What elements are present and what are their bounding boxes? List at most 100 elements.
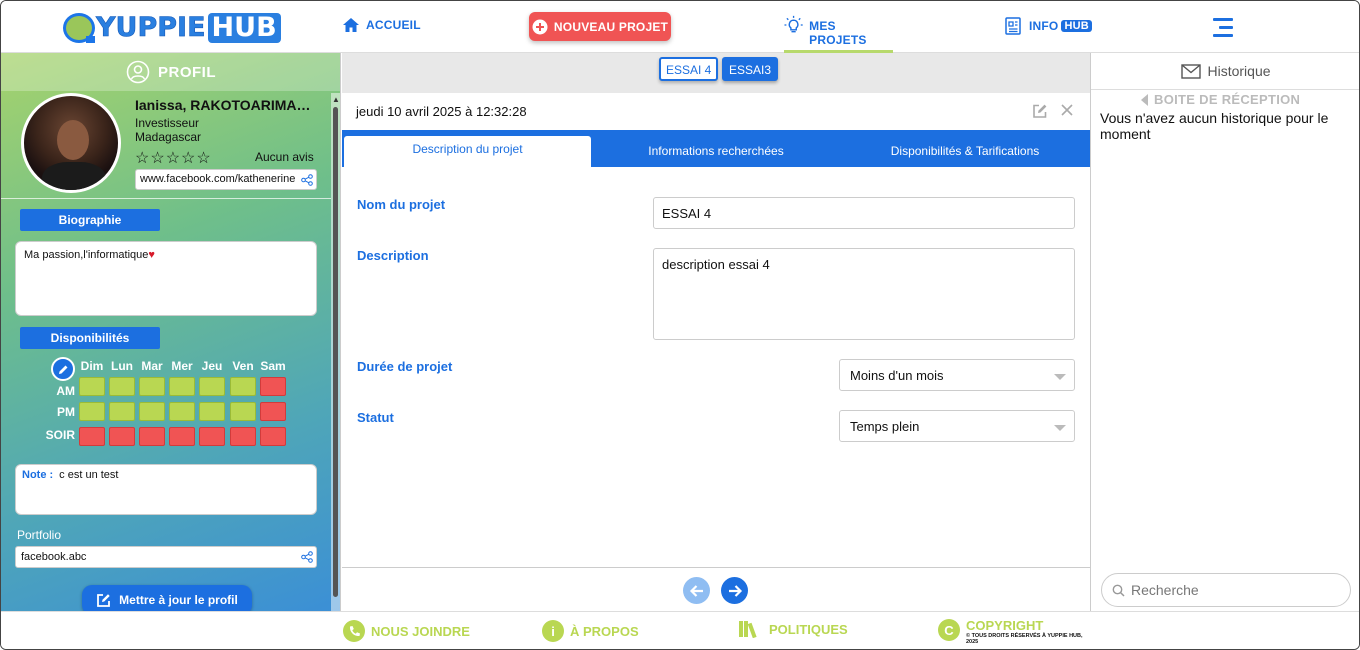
project-date: jeudi 10 avril 2025 à 12:32:28	[356, 104, 527, 119]
availability-cell[interactable]	[139, 377, 165, 396]
profile-header: PROFIL	[1, 53, 340, 91]
biography-text: Ma passion,l'informatique	[24, 249, 149, 261]
share-icon[interactable]	[301, 551, 313, 563]
copyright-block: COPYRIGHT © TOUS DROITS RÉSERVÉS À YUPPI…	[966, 619, 1086, 646]
inbox-toggle[interactable]: BOITE DE RÉCEPTION	[1141, 92, 1300, 107]
footer: NOUS JOINDRE i À PROPOS POLITIQUES C COP…	[1, 611, 1359, 649]
availability-cell[interactable]	[139, 427, 165, 446]
edit-availability-button[interactable]	[51, 357, 75, 381]
availability-cell[interactable]	[139, 402, 165, 421]
availability-cell[interactable]	[169, 377, 195, 396]
project-actions	[1032, 103, 1074, 119]
footer-about-label: À PROPOS	[570, 623, 639, 639]
facebook-link-text: www.facebook.com/kathenerine	[140, 173, 296, 185]
history-search-input[interactable]: Recherche	[1101, 573, 1351, 607]
plus-circle-icon	[532, 19, 548, 34]
availability-cell[interactable]	[199, 427, 225, 446]
note-label: Note :	[22, 469, 54, 481]
yuppie-hub-logo[interactable]: YUPPIE HUB	[63, 12, 281, 44]
footer-policies[interactable]: POLITIQUES	[739, 620, 848, 638]
slot-label: PM	[57, 405, 75, 419]
nav-mes-projets-label: MES PROJETS	[809, 19, 867, 47]
availability-cell[interactable]	[169, 402, 195, 421]
footer-copyright-note: © TOUS DROITS RÉSERVÉS À YUPPIE HUB, 202…	[966, 633, 1083, 645]
profile-panel: PROFIL Ianissa, RAKOTOARIMANANA Investis…	[1, 53, 341, 611]
profile-name: Ianissa, RAKOTOARIMANANA	[135, 97, 315, 113]
tab-description[interactable]: Description du projet	[344, 136, 591, 167]
availability-cell[interactable]	[109, 427, 135, 446]
day-header: Lun	[111, 359, 133, 373]
arrow-right-icon	[728, 584, 742, 597]
description-field[interactable]: description essai 4	[653, 248, 1075, 340]
nav-info-hub[interactable]: INFO HUB	[1005, 17, 1092, 35]
availability-cell[interactable]	[260, 427, 286, 446]
note-text: c est un test	[59, 469, 119, 481]
next-button[interactable]	[721, 577, 748, 604]
description-value: description essai 4	[662, 257, 770, 272]
availability-cell[interactable]	[230, 402, 256, 421]
availability-cell[interactable]	[230, 427, 256, 446]
envelope-icon	[1181, 63, 1202, 79]
availability-cell[interactable]	[109, 402, 135, 421]
availability-cell[interactable]	[230, 377, 256, 396]
status-select[interactable]: Temps plein	[839, 410, 1075, 442]
footer-contact[interactable]: NOUS JOINDRE	[343, 620, 470, 642]
nav-mes-projets[interactable]: MES PROJETS	[784, 13, 893, 53]
availability-cell[interactable]	[260, 402, 286, 421]
phone-icon	[343, 620, 365, 642]
profile-header-label: PROFIL	[158, 63, 216, 81]
tab-informations[interactable]: Informations recherchées	[594, 130, 838, 167]
portfolio-field[interactable]: facebook.abc	[15, 546, 317, 568]
inbox-label: BOITE DE RÉCEPTION	[1154, 92, 1301, 107]
day-header: Mar	[141, 359, 163, 373]
new-project-button[interactable]: NOUVEAU PROJET	[529, 12, 671, 41]
portfolio-label: Portfolio	[17, 528, 62, 542]
profile-scrollbar[interactable]: ▲ ▼	[331, 93, 340, 611]
availability-cell[interactable]	[199, 377, 225, 396]
scroll-up-arrow-icon[interactable]: ▲	[332, 95, 340, 104]
logo-text-yuppie: YUPPIE	[96, 12, 206, 43]
chevron-down-icon	[1054, 374, 1066, 380]
availability-cell[interactable]	[79, 427, 105, 446]
project-tab-essai4[interactable]: ESSAI 4	[659, 57, 719, 81]
duration-select[interactable]: Moins d'un mois	[839, 359, 1075, 391]
facebook-link-field[interactable]: www.facebook.com/kathenerine	[135, 169, 317, 190]
availability-cell[interactable]	[79, 377, 105, 396]
close-icon[interactable]	[1060, 103, 1074, 117]
day-header: Dim	[80, 359, 104, 373]
profile-role: Investisseur	[135, 116, 200, 130]
status-value: Temps plein	[850, 419, 920, 434]
top-navbar: YUPPIE HUB ACCUEIL NOUVEAU PROJET MES PR…	[1, 1, 1359, 53]
profile-country: Madagascar	[135, 130, 202, 144]
history-empty-message: Vous n'avez aucun historique pour le mom…	[1100, 110, 1329, 142]
project-name-field[interactable]: ESSAI 4	[653, 197, 1075, 229]
availability-cell[interactable]	[109, 377, 135, 396]
availability-cell[interactable]	[260, 377, 286, 396]
history-header: Historique	[1091, 53, 1359, 90]
day-header: Sam	[260, 359, 286, 373]
menu-icon[interactable]	[1213, 17, 1235, 37]
nav-accueil[interactable]: ACCUEIL	[342, 17, 421, 33]
update-profile-button[interactable]: Mettre à jour le profil	[82, 585, 252, 611]
history-header-label: Historique	[1207, 63, 1271, 79]
review-count: Aucun avis	[255, 150, 314, 164]
project-tab-essai3[interactable]: ESSAI3	[722, 57, 779, 81]
new-project-label: NOUVEAU PROJET	[553, 19, 669, 34]
availability-cell[interactable]	[79, 402, 105, 421]
share-icon[interactable]	[301, 174, 313, 186]
slot-label: SOIR	[45, 428, 75, 442]
tab-disponibilites[interactable]: Disponibilités & Tarifications	[842, 130, 1088, 167]
availability-cell[interactable]	[199, 402, 225, 421]
logo-text-hub: HUB	[207, 13, 281, 43]
rating-stars: ☆☆☆☆☆	[135, 150, 212, 167]
previous-button[interactable]	[683, 577, 710, 604]
footer-contact-label: NOUS JOINDRE	[371, 623, 470, 639]
footer-about[interactable]: i À PROPOS	[542, 620, 639, 642]
lightbulb-icon	[784, 15, 803, 33]
scrollbar-thumb[interactable]	[333, 107, 338, 597]
availability-cell[interactable]	[169, 427, 195, 446]
biography-label: Biographie	[20, 209, 160, 231]
edit-icon[interactable]	[1032, 103, 1048, 119]
biography-box: Ma passion,l'informatique♥	[15, 241, 317, 316]
user-circle-icon	[126, 60, 150, 84]
